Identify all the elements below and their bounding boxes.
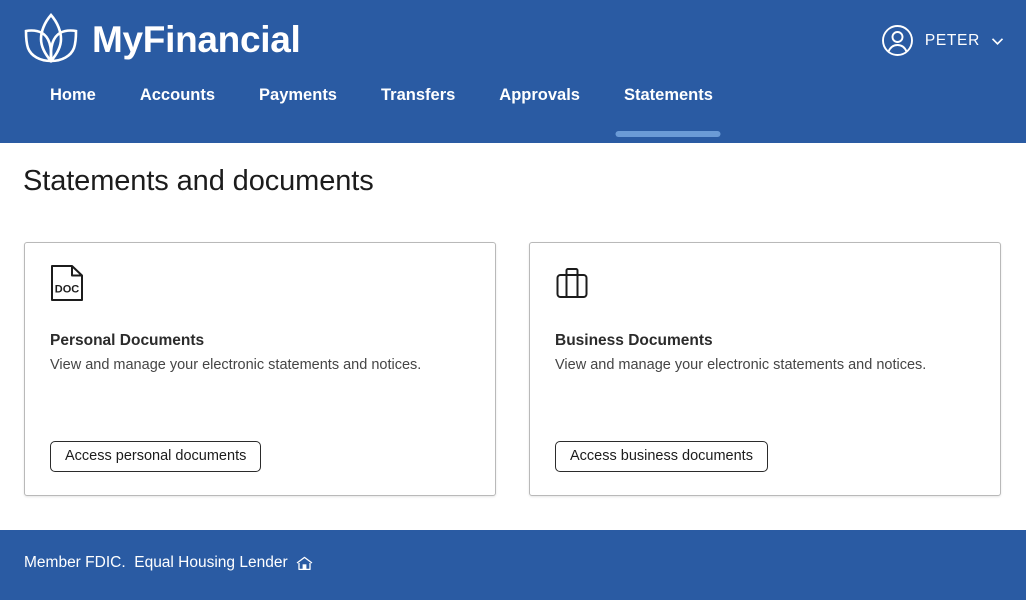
nav-item-payments[interactable]: Payments [237,82,359,105]
nav-item-accounts[interactable]: Accounts [118,82,237,105]
access-personal-documents-button[interactable]: Access personal documents [50,441,262,472]
site-footer: Member FDIC. Equal Housing Lender [0,530,1026,600]
page-title: Statements and documents [23,165,374,197]
document-cards: DOC Personal Documents View and manage y… [24,242,1001,496]
nav-item-label: Accounts [139,86,216,104]
nav-item-label: Transfers [381,86,456,104]
nav-item-transfers[interactable]: Transfers [359,82,477,105]
footer-text: Member FDIC. Equal Housing Lender [24,554,288,571]
equal-housing-lender-house-icon [296,555,313,571]
site-header: MyFinancial PETER Home Accounts Payments [0,0,1026,143]
card-personal-documents: DOC Personal Documents View and manage y… [24,242,496,496]
access-business-documents-button[interactable]: Access business documents [555,441,768,472]
main-navigation: Home Accounts Payments Transfers Approva… [0,82,1026,143]
nav-item-label: Payments [259,86,337,104]
card-description: View and manage your electronic statemen… [50,357,422,373]
nav-item-home[interactable]: Home [28,82,118,105]
nav-item-label: Home [50,86,96,104]
card-business-documents: Business Documents View and manage your … [529,242,1001,496]
card-title: Business Documents [555,332,713,349]
user-name: PETER [924,31,980,49]
brand[interactable]: MyFinancial [22,11,301,67]
nav-item-label: Approvals [499,86,580,104]
user-menu[interactable]: PETER [881,24,1004,57]
nav-item-approvals[interactable]: Approvals [477,82,602,105]
main-content: Statements and documents DOC Personal Do… [0,143,1026,530]
brand-name: MyFinancial [92,18,301,60]
card-title: Personal Documents [50,332,205,349]
user-avatar-icon [881,24,914,57]
nav-item-label: Statements [623,86,713,104]
footer-disclosure: Member FDIC. Equal Housing Lender [24,554,313,572]
card-description: View and manage your electronic statemen… [555,357,927,373]
nav-item-statements[interactable]: Statements [602,82,735,137]
active-tab-indicator [615,131,721,137]
svg-text:DOC: DOC [55,284,80,296]
lotus-icon [22,11,80,67]
chevron-down-icon[interactable] [991,35,1004,46]
